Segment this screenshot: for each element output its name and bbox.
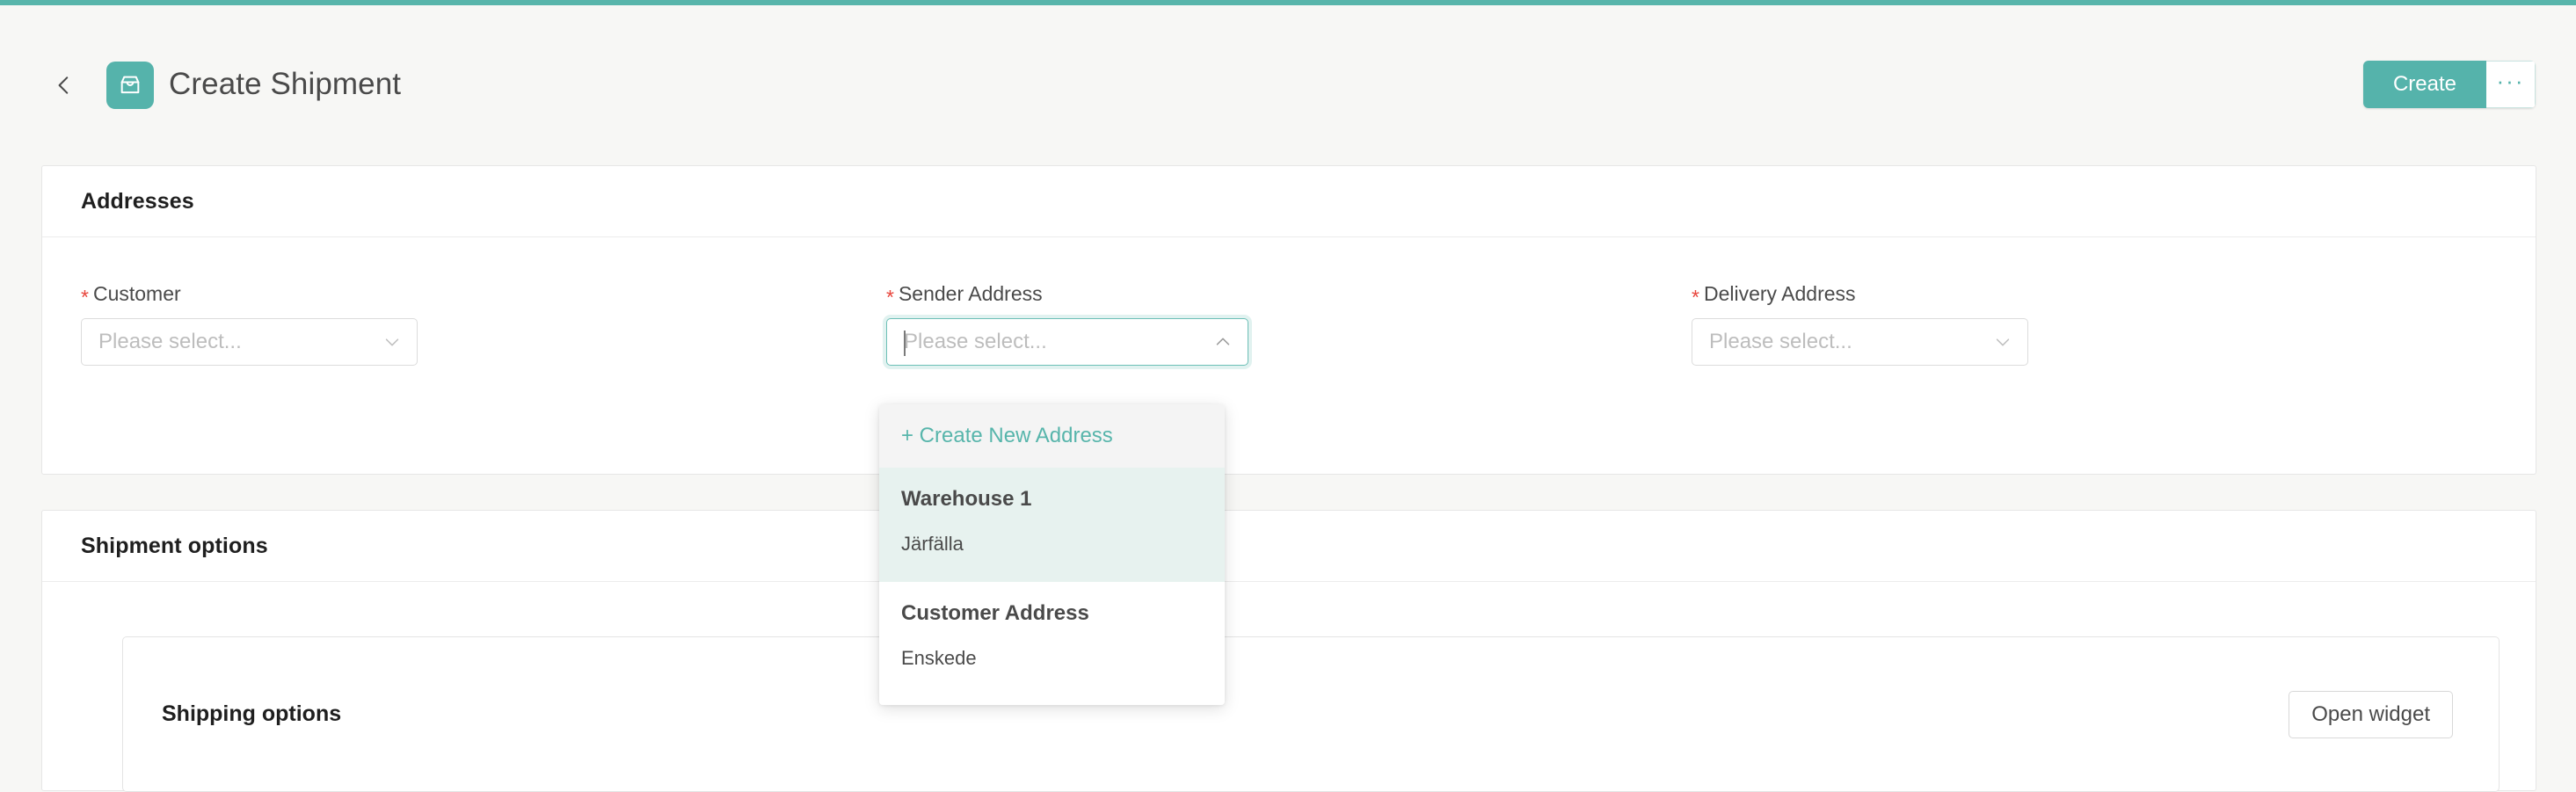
open-widget-button[interactable]: Open widget [2289,690,2453,738]
shipment-options-card-title: Shipment options [81,533,268,558]
create-split-button[interactable]: Create ··· [2362,61,2536,108]
chevron-down-icon [382,331,403,352]
inbox-tray-icon [106,62,154,109]
field-sender-address-label-text: Sender Address [898,282,1043,305]
addresses-card-title: Addresses [81,188,194,214]
address-field-row: * Customer Please select... * Sender Addre… [81,281,2497,366]
dropdown-option-enskede[interactable]: Enskede [879,635,1225,696]
chevron-up-icon [1212,331,1233,352]
page-header: Create Shipment Create ··· [0,5,2576,165]
field-delivery-address-label-text: Delivery Address [1703,282,1856,305]
chevron-down-icon [1992,331,2013,352]
dropdown-create-new-address[interactable]: + Create New Address [879,404,1225,468]
text-caret [904,331,906,356]
required-asterisk: * [81,286,89,309]
back-button[interactable] [44,65,84,105]
required-asterisk: * [886,286,894,309]
field-customer-label: * Customer [81,281,886,309]
field-customer: * Customer Please select... [81,281,886,366]
delivery-address-select-placeholder: Please select... [1709,330,1852,353]
addresses-card-body: * Customer Please select... * Sender Addre… [42,237,2536,366]
field-sender-address-label: * Sender Address [886,281,1692,309]
dropdown-group-title[interactable]: Warehouse 1 [879,468,1225,520]
sender-address-select-placeholder: Please select... [904,330,1047,353]
dropdown-option-jarfalla[interactable]: Järfälla [879,520,1225,582]
sender-address-select[interactable]: Please select... [886,318,1248,366]
customer-select[interactable]: Please select... [81,318,418,366]
shipment-options-card: Shipment options Shipping options Open w… [41,510,2536,792]
field-sender-address: * Sender Address Please select... [886,281,1692,366]
required-asterisk: * [1692,286,1699,309]
create-button[interactable]: Create [2362,61,2486,108]
field-delivery-address: * Delivery Address Please select... [1692,281,2497,366]
shipping-options-title: Shipping options [162,701,342,726]
addresses-card: Addresses * Customer Please select... * … [41,165,2536,475]
field-customer-label-text: Customer [92,282,181,305]
dropdown-group-warehouse-1: Warehouse 1 Järfälla [879,468,1225,582]
dropdown-group-customer-address: Customer Address Enskede [879,582,1225,696]
delivery-address-select[interactable]: Please select... [1692,318,2028,366]
page-title: Create Shipment [169,67,402,101]
chevron-left-icon [53,74,76,97]
customer-select-placeholder: Please select... [98,330,242,353]
create-more-options-button[interactable]: ··· [2486,61,2536,108]
dropdown-group-title[interactable]: Customer Address [879,582,1225,635]
sender-address-dropdown: + Create New Address Warehouse 1 Järfäll… [879,404,1225,705]
shipment-options-card-header: Shipment options [42,511,2536,582]
field-delivery-address-label: * Delivery Address [1692,281,2497,309]
shipping-options-panel: Shipping options Open widget [122,636,2500,792]
addresses-card-header: Addresses [42,166,2536,237]
